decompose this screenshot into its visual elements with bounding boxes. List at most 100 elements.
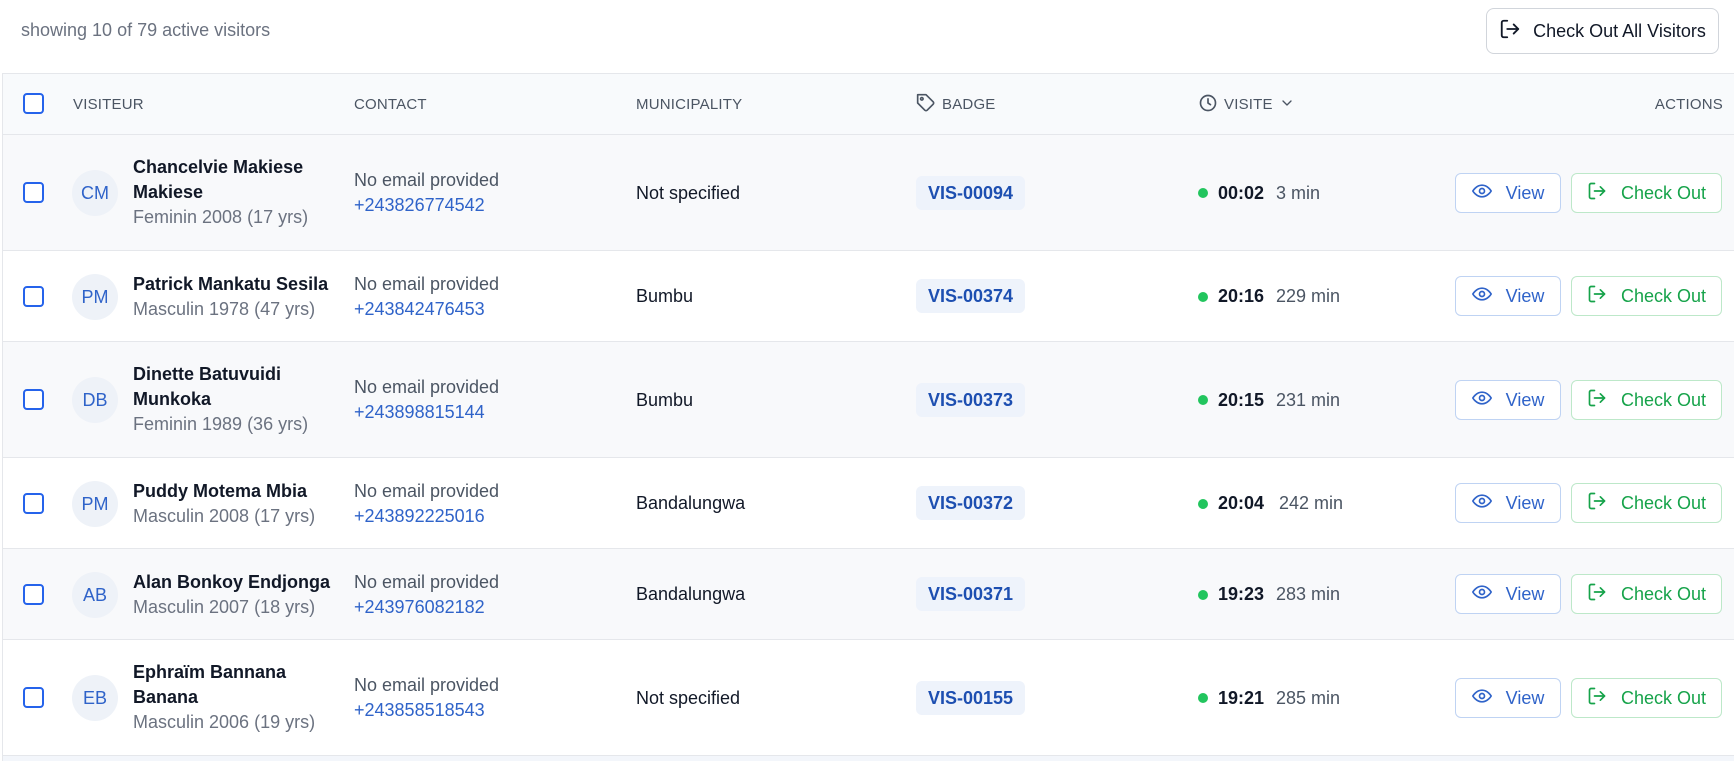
visitor-email: No email provided (354, 481, 500, 501)
view-button[interactable]: View (1455, 574, 1561, 614)
check-out-button[interactable]: Check Out (1571, 380, 1722, 420)
row-checkbox[interactable] (23, 584, 44, 605)
badge-number: VIS-00094 (916, 176, 1026, 210)
visitor-name: Chancelvie Makiese (133, 157, 304, 177)
visitor-name: Puddy Motema Mbia (133, 481, 308, 501)
column-municipality[interactable]: MUNICIPALITY (636, 74, 742, 135)
check-out-all-button[interactable]: Check Out All Visitors (1486, 8, 1719, 54)
column-actions: ACTIONS (1654, 96, 1723, 113)
view-button[interactable]: View (1455, 276, 1561, 316)
view-button[interactable]: View (1455, 483, 1561, 523)
check-out-all-label: Check Out All Visitors (1533, 20, 1706, 41)
visitor-email: No email provided (354, 274, 500, 294)
status-dot (1198, 693, 1208, 703)
visitor-email: No email provided (354, 170, 500, 190)
visitor-name-continued: Banana (133, 687, 199, 707)
visitor-email: No email provided (354, 377, 500, 397)
table-toolbar: showing 10 of 79 active visitors Check O… (0, 0, 1734, 74)
table-row: EB Ephraïm Bannana Banana Masculin 2006 … (3, 640, 1734, 756)
column-visit[interactable]: VISITE (1198, 74, 1295, 135)
badge-number: VIS-00373 (916, 383, 1026, 417)
visitor-phone[interactable]: +243858518543 (354, 698, 485, 723)
visit-duration: 231 min (1276, 390, 1341, 410)
row-checkbox[interactable] (23, 182, 44, 203)
visitors-page: showing 10 of 79 active visitors Check O… (0, 0, 1734, 761)
visitor-details: Masculin 2006 (19 yrs) (133, 712, 316, 732)
column-badge-label: BADGE (942, 96, 996, 113)
check-out-button[interactable]: Check Out (1571, 574, 1722, 614)
eye-icon (1471, 181, 1492, 206)
row-checkbox[interactable] (23, 286, 44, 307)
visitor-phone[interactable]: +243842476453 (354, 297, 485, 322)
check-out-button-label: Check Out (1620, 389, 1707, 410)
row-checkbox[interactable] (23, 389, 44, 410)
visitor-municipality: Bumbu (636, 390, 694, 410)
eye-icon (1471, 686, 1492, 711)
status-dot (1198, 590, 1208, 600)
visitor-phone[interactable]: +243826774542 (354, 193, 485, 218)
visitor-phone[interactable]: +243976082182 (354, 595, 485, 620)
avatar: CM (72, 170, 118, 216)
column-visitor[interactable]: VISITEUR (73, 74, 144, 135)
chevron-down-icon[interactable] (1279, 95, 1295, 115)
visitor-name-continued: Makiese (133, 182, 204, 202)
visitor-name: Patrick Mankatu Sesila (133, 274, 329, 294)
view-button[interactable]: View (1455, 380, 1561, 420)
column-badge[interactable]: BADGE (916, 74, 996, 135)
select-all-checkbox[interactable] (23, 93, 44, 114)
visitor-name: Ephraïm Bannana (133, 662, 287, 682)
check-out-button[interactable]: Check Out (1571, 483, 1722, 523)
avatar: DB (72, 377, 118, 423)
avatar: PM (72, 481, 118, 527)
row-checkbox[interactable] (23, 687, 44, 708)
view-button[interactable]: View (1455, 678, 1561, 718)
logout-arrow-icon (1587, 388, 1607, 413)
check-out-button[interactable]: Check Out (1571, 678, 1722, 718)
table-row: PM Patrick Mankatu Sesila Masculin 1978 … (3, 251, 1734, 342)
badge-number: VIS-00372 (916, 486, 1026, 520)
logout-arrow-icon (1587, 284, 1607, 309)
visitor-details: Feminin 1989 (36 yrs) (133, 414, 309, 434)
next-row-edge (3, 756, 1734, 761)
row-checkbox[interactable] (23, 493, 44, 514)
avatar: PM (72, 274, 118, 320)
visitor-phone[interactable]: +243898815144 (354, 400, 485, 425)
visitor-email: No email provided (354, 572, 500, 592)
status-dot (1198, 499, 1208, 509)
check-out-button-label: Check Out (1620, 285, 1707, 306)
badge-number: VIS-00155 (916, 681, 1026, 715)
check-out-button-label: Check Out (1620, 492, 1707, 513)
eye-icon (1471, 582, 1492, 607)
visitor-name-continued: Munkoka (133, 389, 212, 409)
view-button-label: View (1505, 389, 1545, 410)
logout-arrow-icon (1587, 582, 1607, 607)
check-out-button-label: Check Out (1620, 687, 1707, 708)
check-in-time: 20:16 (1218, 286, 1265, 306)
table-row: DB Dinette Batuvuidi Munkoka Feminin 198… (3, 342, 1734, 458)
view-button-label: View (1505, 182, 1545, 203)
visitor-phone[interactable]: +243892225016 (354, 504, 485, 529)
check-out-button[interactable]: Check Out (1571, 276, 1722, 316)
logout-arrow-icon (1587, 686, 1607, 711)
status-dot (1198, 292, 1208, 302)
visitor-details: Feminin 2008 (17 yrs) (133, 207, 309, 227)
eye-icon (1471, 284, 1492, 309)
visit-duration: 3 min (1276, 183, 1321, 203)
avatar: EB (72, 675, 118, 721)
status-dot (1198, 395, 1208, 405)
visitor-email: No email provided (354, 675, 500, 695)
visitor-municipality: Not specified (636, 688, 741, 708)
column-contact[interactable]: CONTACT (354, 74, 427, 135)
tag-icon (916, 93, 936, 117)
check-out-button[interactable]: Check Out (1571, 173, 1722, 213)
logout-arrow-icon (1587, 491, 1607, 516)
table-row: CM Chancelvie Makiese Makiese Feminin 20… (3, 135, 1734, 251)
visitor-details: Masculin 2008 (17 yrs) (133, 506, 316, 526)
eye-icon (1471, 491, 1492, 516)
check-in-time: 19:23 (1218, 584, 1265, 604)
table-header: VISITEUR CONTACT MUNICIPALITY BADGE VISI… (3, 74, 1734, 135)
view-button[interactable]: View (1455, 173, 1561, 213)
badge-number: VIS-00374 (916, 279, 1026, 313)
check-in-time: 20:04 (1218, 493, 1265, 513)
visit-duration: 229 min (1276, 286, 1341, 306)
